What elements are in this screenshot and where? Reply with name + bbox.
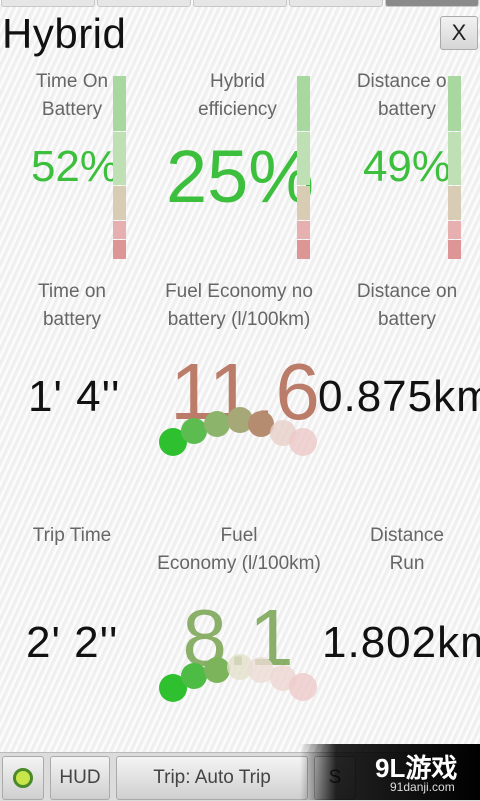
trip-select-button[interactable]: Trip: Auto Trip — [116, 756, 308, 800]
top-tab-strip — [0, 0, 480, 8]
fuel-economy-label: Fuel Economy (l/100km) — [157, 525, 321, 574]
distance-on-battery-value: 0.875km — [318, 372, 480, 421]
trip-time-label: Trip Time — [32, 525, 112, 546]
status-light-icon — [13, 767, 33, 788]
time-on-battery-value: 1' 4'' — [28, 372, 121, 421]
top-tab[interactable] — [1, 0, 95, 7]
top-tab[interactable] — [193, 0, 287, 7]
distance-on-battery-percent: 49% — [362, 142, 452, 191]
hud-button[interactable]: HUD — [50, 756, 110, 800]
top-tab[interactable] — [289, 0, 383, 7]
top-tab-active[interactable] — [385, 0, 479, 7]
distance-on-battery-level-bar — [448, 76, 461, 259]
watermark-logo: 9L游戏 91danji.com — [300, 744, 480, 800]
distance-on-battery-label-2: Distance on battery — [356, 281, 458, 330]
hybrid-efficiency-percent: 25% — [165, 135, 315, 218]
fuel-economy-no-battery-label: Fuel Economy no battery (l/100km) — [165, 281, 313, 330]
time-on-battery-level-bar — [113, 76, 126, 259]
hybrid-efficiency-label: Hybrid efficiency — [198, 71, 277, 120]
page-title: Hybrid — [2, 10, 127, 57]
distance-run-label: Distance Run — [370, 525, 444, 574]
distance-run-value: 1.802km — [322, 618, 480, 667]
time-on-battery-label-2: Time on battery — [38, 281, 106, 330]
trip-time-value: 2' 2'' — [26, 618, 119, 667]
status-toggle-button[interactable] — [2, 756, 44, 800]
top-tab[interactable] — [97, 0, 191, 7]
close-button[interactable]: X — [440, 16, 478, 50]
hybrid-efficiency-level-bar — [297, 76, 310, 259]
